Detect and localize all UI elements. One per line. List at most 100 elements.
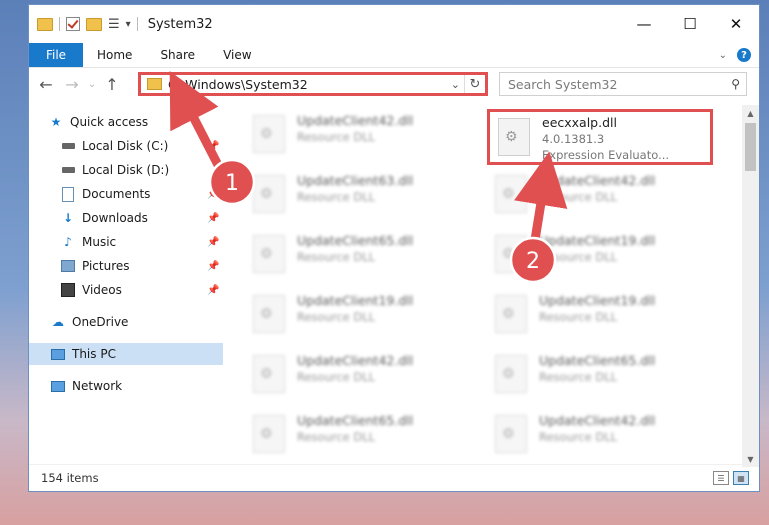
navigation-bar: ← → ⌄ ↑ C:\Windows\System32 ⌄ ↻ Search S… bbox=[29, 68, 759, 100]
file-tile[interactable]: UpdateClient19.dll Resource DLL bbox=[487, 289, 717, 345]
title-divider bbox=[136, 17, 138, 31]
tab-view[interactable]: View bbox=[209, 43, 265, 67]
file-type: Resource DLL bbox=[539, 310, 618, 324]
dll-file-icon bbox=[253, 415, 285, 453]
sidebar-item-downloads[interactable]: ↓ Downloads 📌 bbox=[61, 207, 221, 229]
help-icon[interactable]: ? bbox=[737, 48, 751, 62]
pin-icon: 📌 bbox=[207, 260, 220, 272]
file-tile[interactable]: UpdateClient65.dll Resource DLL bbox=[245, 229, 475, 285]
recent-dropdown-icon[interactable]: ⌄ bbox=[85, 79, 99, 90]
minimize-button[interactable]: — bbox=[621, 5, 667, 43]
sidebar-item-this-pc[interactable]: This PC bbox=[29, 343, 223, 365]
address-folder-icon bbox=[147, 78, 162, 90]
expand-ribbon-icon[interactable]: ⌄ bbox=[719, 50, 727, 61]
ribbon-tabs: File Home Share View ⌄ ? bbox=[29, 43, 759, 68]
file-type: Resource DLL bbox=[539, 370, 618, 384]
dll-file-icon bbox=[253, 175, 285, 213]
qat-dropdown-icon[interactable]: ▾ bbox=[126, 19, 131, 30]
address-path[interactable]: C:\Windows\System32 bbox=[168, 77, 308, 92]
file-tab[interactable]: File bbox=[29, 43, 83, 67]
file-tile[interactable]: UpdateClient42.dll Resource DLL bbox=[245, 109, 475, 165]
file-type: Resource DLL bbox=[297, 310, 376, 324]
toolbar-divider bbox=[59, 17, 60, 31]
file-tile[interactable]: UpdateClient42.dll Resource DLL bbox=[487, 409, 717, 460]
dll-file-icon bbox=[253, 115, 285, 153]
refresh-icon[interactable]: ↻ bbox=[464, 75, 485, 93]
sidebar-item-local-disk-c[interactable]: Local Disk (C:) 📌 bbox=[61, 135, 221, 157]
scroll-up-icon[interactable]: ▲ bbox=[742, 105, 759, 121]
tiles-view-icon[interactable]: ▦ bbox=[733, 471, 749, 485]
file-name: UpdateClient63.dll bbox=[297, 173, 414, 188]
maximize-button[interactable]: ☐ bbox=[667, 5, 713, 43]
details-view-icon[interactable]: ☰ bbox=[713, 471, 729, 485]
file-type: Resource DLL bbox=[297, 190, 376, 204]
customize-icon[interactable]: ☰ bbox=[108, 17, 120, 32]
file-type: Resource DLL bbox=[297, 430, 376, 444]
file-type: Resource DLL bbox=[297, 250, 376, 264]
file-name: UpdateClient19.dll bbox=[539, 293, 656, 308]
documents-icon bbox=[61, 186, 75, 202]
sidebar-item-pictures[interactable]: Pictures 📌 bbox=[61, 255, 221, 277]
network-icon bbox=[51, 379, 65, 393]
sidebar-item-music[interactable]: ♪ Music 📌 bbox=[61, 231, 221, 253]
up-arrow-icon[interactable]: ↑ bbox=[99, 75, 125, 94]
sidebar-item-label: Documents bbox=[82, 187, 151, 201]
drive-icon bbox=[61, 139, 75, 153]
new-folder-icon[interactable] bbox=[86, 17, 102, 31]
forward-arrow-icon[interactable]: → bbox=[59, 75, 85, 94]
file-tile[interactable]: UpdateClient42.dll Resource DLL bbox=[487, 169, 717, 225]
file-tile-highlighted[interactable]: eecxxalp.dll 4.0.1381.3 Expression Evalu… bbox=[487, 109, 713, 165]
tab-share[interactable]: Share bbox=[146, 43, 209, 67]
file-type: Resource DLL bbox=[297, 370, 376, 384]
search-icon[interactable]: ⚲ bbox=[731, 77, 740, 91]
folder-icon[interactable] bbox=[37, 17, 53, 31]
sidebar-item-label: Videos bbox=[82, 283, 122, 297]
address-dropdown-icon[interactable]: ⌄ bbox=[451, 78, 460, 91]
sidebar-item-label: Network bbox=[72, 379, 123, 393]
close-button[interactable]: ✕ bbox=[713, 5, 759, 43]
sidebar-item-quick-access[interactable]: ★ Quick access bbox=[49, 111, 219, 133]
back-arrow-icon[interactable]: ← bbox=[33, 75, 59, 94]
file-list: UpdateClient42.dll Resource DLL UpdateCli… bbox=[225, 105, 739, 460]
sidebar-item-videos[interactable]: Videos 📌 bbox=[61, 279, 221, 301]
pin-icon: 📌 bbox=[207, 188, 220, 200]
tab-home[interactable]: Home bbox=[83, 43, 146, 67]
computer-icon bbox=[51, 347, 65, 361]
file-tile[interactable]: UpdateClient65.dll Resource DLL bbox=[487, 349, 717, 405]
sidebar-item-label: OneDrive bbox=[72, 315, 129, 329]
dll-file-icon bbox=[253, 295, 285, 333]
scroll-thumb[interactable] bbox=[745, 123, 756, 171]
navigation-pane: ★ Quick access Local Disk (C:) 📌 Local D… bbox=[29, 107, 223, 459]
sidebar-item-documents[interactable]: Documents 📌 bbox=[61, 183, 221, 205]
address-bar[interactable]: C:\Windows\System32 ⌄ ↻ bbox=[138, 72, 488, 96]
dll-file-icon bbox=[495, 175, 527, 213]
vertical-scrollbar[interactable]: ▲ ▼ bbox=[742, 105, 759, 467]
dll-file-icon bbox=[495, 235, 527, 273]
file-name: UpdateClient65.dll bbox=[297, 233, 414, 248]
search-box[interactable]: Search System32 ⚲ bbox=[499, 72, 747, 96]
file-tile[interactable]: UpdateClient63.dll Resource DLL bbox=[245, 169, 475, 225]
pictures-icon bbox=[61, 259, 75, 273]
sidebar-item-local-disk-d[interactable]: Local Disk (D:) bbox=[61, 159, 221, 181]
file-name: UpdateClient42.dll bbox=[539, 413, 656, 428]
properties-check-icon[interactable] bbox=[66, 17, 80, 31]
file-name: UpdateClient42.dll bbox=[297, 353, 414, 368]
cloud-icon: ☁ bbox=[52, 315, 64, 329]
quick-access-toolbar: ☰ ▾ bbox=[37, 17, 131, 32]
file-tile[interactable]: UpdateClient65.dll Resource DLL bbox=[245, 409, 475, 460]
file-tile[interactable]: UpdateClient19.dll Resource DLL bbox=[487, 229, 717, 285]
file-name: UpdateClient65.dll bbox=[297, 413, 414, 428]
sidebar-item-onedrive[interactable]: ☁ OneDrive bbox=[51, 311, 221, 333]
view-toggle: ☰ ▦ bbox=[713, 471, 749, 485]
sidebar-item-label: Pictures bbox=[82, 259, 130, 273]
dll-file-icon bbox=[495, 415, 527, 453]
sidebar-item-label: Music bbox=[82, 235, 117, 249]
file-tile[interactable]: UpdateClient42.dll Resource DLL bbox=[245, 349, 475, 405]
title-bar: ☰ ▾ System32 — ☐ ✕ bbox=[29, 5, 759, 43]
item-count: 154 items bbox=[41, 471, 99, 485]
dll-file-icon bbox=[495, 295, 527, 333]
sidebar-item-network[interactable]: Network bbox=[51, 375, 221, 397]
pin-icon: 📌 bbox=[207, 212, 220, 224]
file-type: Resource DLL bbox=[539, 190, 618, 204]
file-tile[interactable]: UpdateClient19.dll Resource DLL bbox=[245, 289, 475, 345]
